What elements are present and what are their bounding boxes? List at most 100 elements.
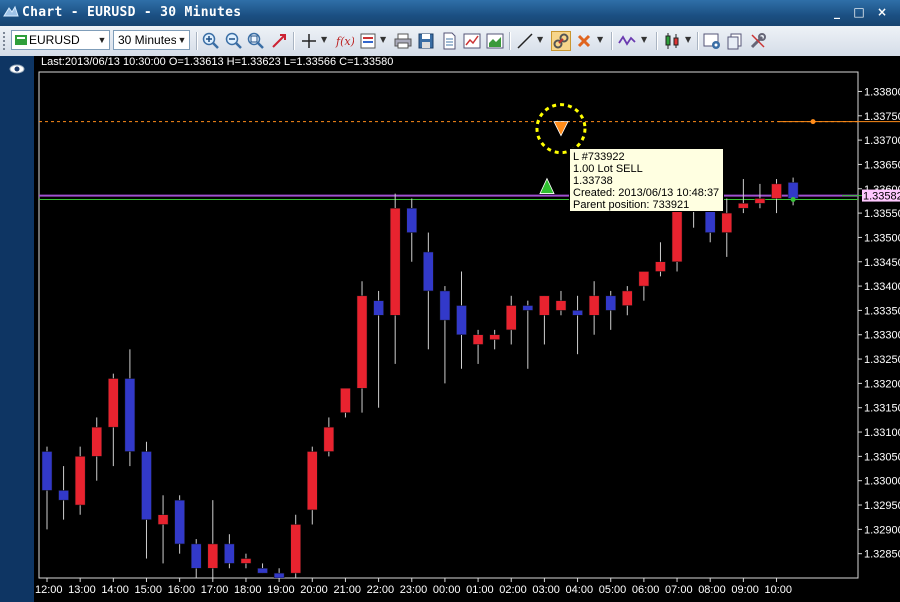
toolbar-separator — [697, 32, 699, 50]
chart-shift-button[interactable] — [269, 31, 289, 51]
candle-body — [472, 334, 484, 345]
candle-body — [439, 290, 451, 321]
x-tick-label: 10:00 — [765, 584, 793, 596]
candle-body — [41, 451, 53, 491]
tooltip-lot: 1.00 Lot SELL — [573, 163, 643, 175]
x-tick-label: 14:00 — [101, 584, 129, 596]
candle-body — [307, 451, 318, 511]
chart-shift-icon — [272, 34, 286, 48]
y-tick-label: 1.33050 — [864, 451, 900, 463]
indicators-button[interactable]: f(x) — [334, 31, 354, 51]
x-tick-label: 13:00 — [68, 584, 96, 596]
chevron-down-icon: ▼ — [97, 35, 107, 45]
restore-button[interactable]: □ — [850, 5, 868, 20]
save-button[interactable] — [416, 31, 436, 51]
function-icon: f(x) — [335, 35, 354, 48]
candle-body — [323, 426, 335, 452]
print-button[interactable] — [393, 31, 413, 51]
x-tick-label: 15:00 — [134, 584, 162, 596]
y-tick-label: 1.32850 — [864, 549, 900, 561]
minimize-button[interactable]: _ — [828, 5, 846, 20]
symbol-flag-icon — [15, 35, 27, 45]
x-tick-label: 00:00 — [433, 584, 461, 596]
zoom-out-button[interactable] — [224, 31, 244, 51]
link-chain-icon — [553, 33, 569, 49]
x-tick-label: 21:00 — [333, 584, 361, 596]
window-title: Chart - EURUSD - 30 Minutes — [22, 5, 242, 20]
chevron-down-icon[interactable]: ▼ — [597, 35, 603, 44]
line-chart-button[interactable] — [462, 31, 482, 51]
crosshair-button[interactable] — [299, 31, 319, 51]
symbol-select[interactable]: EURUSD ▼ — [11, 30, 110, 50]
chevron-down-icon[interactable]: ▼ — [380, 35, 386, 44]
templates-button[interactable] — [358, 31, 378, 51]
chart-settings-button[interactable] — [702, 31, 722, 51]
toolbar-separator — [293, 32, 295, 50]
one-click-trading-button[interactable] — [551, 31, 571, 51]
y-tick-label: 1.33800 — [864, 86, 900, 98]
area-chart-icon — [486, 33, 504, 49]
toolbar-separator — [509, 32, 511, 50]
candle-body — [58, 490, 69, 501]
price-chart[interactable]: 1.338001.337501.337001.336501.336001.335… — [34, 56, 900, 602]
document-icon — [443, 32, 456, 50]
title-bar[interactable]: Chart - EURUSD - 30 Minutes _ □ × — [0, 0, 900, 26]
candle-body — [240, 558, 252, 564]
candle-body — [605, 295, 616, 311]
chevron-down-icon[interactable]: ▼ — [685, 35, 691, 44]
properties-button[interactable] — [439, 31, 459, 51]
save-icon — [418, 33, 434, 49]
candle-body — [588, 295, 600, 316]
candles-group — [39, 121, 858, 578]
x-tick-label: 19:00 — [267, 584, 295, 596]
delete-objects-button[interactable] — [574, 31, 594, 51]
y-tick-label: 1.32900 — [864, 524, 900, 536]
copy-button[interactable] — [725, 31, 745, 51]
y-tick-label: 1.33550 — [864, 208, 900, 220]
x-tick-label: 12:00 — [35, 584, 63, 596]
y-tick-label: 1.33350 — [864, 305, 900, 317]
candlestick-icon — [665, 33, 679, 49]
y-tick-label: 1.33150 — [864, 403, 900, 415]
x-tick-label: 18:00 — [234, 584, 262, 596]
eye-icon[interactable] — [8, 60, 26, 78]
last-price-dot — [790, 197, 796, 202]
buy-arrow-icon — [539, 177, 555, 194]
chevron-down-icon: ▼ — [177, 35, 187, 45]
candlestick-chart[interactable]: 1.338001.337501.337001.336501.336001.335… — [34, 56, 900, 602]
toolbar-separator — [656, 32, 658, 50]
candle-body — [108, 378, 119, 428]
delete-x-icon — [577, 34, 591, 48]
y-tick-label: 1.33300 — [864, 330, 900, 342]
chart-settings-icon — [703, 33, 720, 49]
candle-body — [622, 290, 633, 306]
chevron-down-icon[interactable]: ▼ — [537, 35, 543, 44]
wave-icon — [618, 35, 636, 46]
periods-button[interactable] — [617, 31, 637, 51]
tools-button[interactable] — [748, 31, 768, 51]
close-button[interactable]: × — [873, 5, 891, 20]
x-tick-label: 20:00 — [300, 584, 328, 596]
zoom-reset-button[interactable] — [246, 31, 266, 51]
candle-body — [655, 261, 666, 272]
y-tick-label: 1.33650 — [864, 159, 900, 171]
candle-body — [273, 572, 285, 578]
tooltip-price: 1.33738 — [573, 175, 613, 187]
trendline-button[interactable] — [515, 31, 535, 51]
timeframe-select[interactable]: 30 Minutes ▼ — [113, 30, 190, 50]
chevron-down-icon[interactable]: ▼ — [641, 35, 647, 44]
y-tick-label: 1.33000 — [864, 476, 900, 488]
tooltip-created: Created: 2013/06/13 10:48:37 — [573, 187, 720, 199]
toolbar-grip[interactable] — [3, 32, 8, 50]
y-tick-label: 1.33500 — [864, 232, 900, 244]
candles-button[interactable] — [662, 31, 682, 51]
chevron-down-icon[interactable]: ▼ — [321, 35, 327, 44]
candle-body — [539, 295, 550, 316]
toolbar-separator — [611, 32, 613, 50]
area-chart-button[interactable] — [485, 31, 505, 51]
y-tick-label: 1.33200 — [864, 378, 900, 390]
candle-body — [190, 543, 202, 569]
y-tick-label: 1.33450 — [864, 257, 900, 269]
zoom-in-button[interactable] — [201, 31, 221, 51]
x-tick-label: 07:00 — [665, 584, 693, 596]
